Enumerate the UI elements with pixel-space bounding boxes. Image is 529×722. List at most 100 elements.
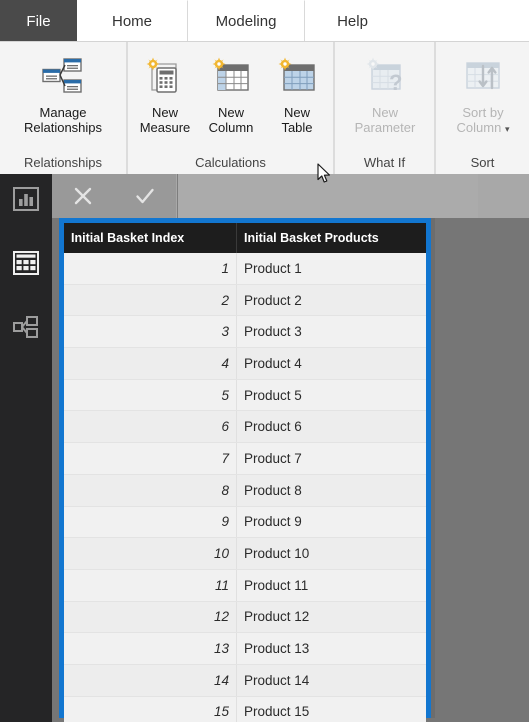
cell-initial-basket-products[interactable]: Product 6 <box>236 411 426 443</box>
new-column-label: New Column <box>208 105 254 135</box>
table-header-row: Initial Basket Index Initial Basket Prod… <box>64 223 426 253</box>
cell-initial-basket-products[interactable]: Product 10 <box>236 538 426 569</box>
table-row[interactable]: 3 Product 3 <box>64 316 426 349</box>
sidebar-item-data[interactable] <box>10 249 42 281</box>
cell-initial-basket-products[interactable]: Product 8 <box>236 474 426 506</box>
cell-initial-basket-products[interactable]: Product 15 <box>236 696 426 722</box>
table-row[interactable]: 4 Product 4 <box>64 348 426 380</box>
checkmark-icon <box>136 188 154 204</box>
formula-cancel-button[interactable] <box>52 174 114 218</box>
group-label-calculations: Calculations <box>195 155 266 170</box>
cell-initial-basket-index[interactable]: 11 <box>64 570 236 601</box>
cell-initial-basket-products[interactable]: Product 7 <box>236 443 426 474</box>
new-column-icon <box>210 50 252 102</box>
chevron-down-icon[interactable]: ▾ <box>505 124 510 134</box>
table-row[interactable]: 1 Product 1 <box>64 253 426 285</box>
cell-initial-basket-products[interactable]: Product 13 <box>236 633 426 664</box>
tab-file[interactable]: File <box>0 0 77 42</box>
ribbon-group-sort: Sort by Column ▾ Sort <box>435 42 529 174</box>
new-measure-label: New Measure <box>139 105 191 135</box>
table-row[interactable]: 5 Product 5 <box>64 379 426 412</box>
table-row[interactable]: 15 Product 15 <box>64 696 426 722</box>
manage-relationships-label: Manage Relationships <box>23 105 103 135</box>
tab-modeling[interactable]: Modeling <box>187 0 305 43</box>
table-edge-shadow <box>431 218 435 718</box>
sort-by-column-label: Sort by Column ▾ <box>456 105 510 135</box>
sidebar-item-model[interactable] <box>10 313 42 345</box>
cell-initial-basket-index[interactable]: 7 <box>64 443 236 474</box>
report-view-icon <box>13 186 39 216</box>
table-row[interactable]: 6 Product 6 <box>64 411 426 444</box>
cell-initial-basket-index[interactable]: 3 <box>64 316 236 347</box>
cell-initial-basket-products[interactable]: Product 9 <box>236 506 426 538</box>
ribbon-group-calculations: New Measure New Column New Table Calcula… <box>127 42 334 174</box>
svg-text:?: ? <box>389 70 402 95</box>
cell-initial-basket-products[interactable]: Product 3 <box>236 316 426 348</box>
sort-by-column-icon <box>461 50 505 102</box>
column-header-initial-basket-index[interactable]: Initial Basket Index <box>64 223 236 253</box>
data-view-icon <box>13 250 39 280</box>
column-header-initial-basket-products[interactable]: Initial Basket Products <box>236 223 426 253</box>
new-parameter-button[interactable]: ? New Parameter <box>352 46 418 150</box>
cell-initial-basket-products[interactable]: Product 14 <box>236 664 426 696</box>
sort-by-column-button[interactable]: Sort by Column ▾ <box>450 46 516 150</box>
group-label-relationships: Relationships <box>23 155 103 170</box>
cell-initial-basket-index[interactable]: 14 <box>64 665 236 696</box>
cell-initial-basket-products[interactable]: Product 11 <box>236 569 426 601</box>
cell-initial-basket-index[interactable]: 6 <box>64 411 236 442</box>
formula-bar <box>52 174 529 218</box>
cell-initial-basket-index[interactable]: 5 <box>64 380 236 411</box>
data-view-canvas: Initial Basket Index Initial Basket Prod… <box>52 174 529 722</box>
tab-help-label: Help <box>337 12 368 30</box>
cell-initial-basket-products[interactable]: Product 4 <box>236 348 426 379</box>
cell-initial-basket-index[interactable]: 1 <box>64 253 236 284</box>
tab-home[interactable]: Home <box>77 0 187 42</box>
group-label-what-if: What If <box>363 155 406 170</box>
ribbon-group-what-if: ? New Parameter What If <box>334 42 435 174</box>
data-table: Initial Basket Index Initial Basket Prod… <box>64 223 426 722</box>
new-column-button[interactable]: New Column <box>198 46 264 150</box>
cell-initial-basket-index[interactable]: 2 <box>64 285 236 316</box>
table-row[interactable]: 14 Product 14 <box>64 664 426 697</box>
ribbon-tab-bar: File Home Modeling Help <box>0 0 529 43</box>
data-table-container[interactable]: Initial Basket Index Initial Basket Prod… <box>59 218 431 722</box>
cell-initial-basket-index[interactable]: 8 <box>64 475 236 506</box>
cell-initial-basket-products[interactable]: Product 1 <box>236 253 426 284</box>
cell-initial-basket-products[interactable]: Product 5 <box>236 379 426 411</box>
tab-help[interactable]: Help <box>305 0 400 42</box>
table-row[interactable]: 13 Product 13 <box>64 633 426 665</box>
cell-initial-basket-index[interactable]: 12 <box>64 602 236 633</box>
new-measure-button[interactable]: New Measure <box>132 46 198 150</box>
table-body: 1 Product 1 2 Product 2 3 Product 3 4 Product 4… <box>64 253 426 722</box>
formula-confirm-button[interactable] <box>114 174 176 218</box>
table-row[interactable]: 10 Product 10 <box>64 538 426 570</box>
power-bi-window: File Home Modeling Help Manage Relations… <box>0 0 529 722</box>
new-parameter-label: New Parameter <box>354 105 416 135</box>
tab-home-label: Home <box>111 12 152 30</box>
view-switcher-sidebar <box>0 174 52 722</box>
table-row[interactable]: 8 Product 8 <box>64 474 426 507</box>
mouse-cursor <box>317 163 333 185</box>
model-view-icon <box>12 315 40 344</box>
cell-initial-basket-products[interactable]: Product 2 <box>236 284 426 316</box>
cell-initial-basket-index[interactable]: 9 <box>64 507 236 538</box>
new-table-button[interactable]: New Table <box>264 46 330 150</box>
new-table-label: New Table <box>281 105 313 135</box>
table-row[interactable]: 9 Product 9 <box>64 506 426 539</box>
sidebar-item-report[interactable] <box>10 185 42 217</box>
table-row[interactable]: 11 Product 11 <box>64 569 426 602</box>
tab-modeling-label: Modeling <box>215 13 277 30</box>
cell-initial-basket-index[interactable]: 13 <box>64 633 236 664</box>
manage-relationships-button[interactable]: Manage Relationships <box>24 46 102 150</box>
table-row[interactable]: 7 Product 7 <box>64 443 426 475</box>
cell-initial-basket-index[interactable]: 4 <box>64 348 236 379</box>
ribbon-group-relationships: Manage Relationships Relationships <box>0 42 127 174</box>
cell-initial-basket-index[interactable]: 10 <box>64 538 236 569</box>
close-icon <box>74 187 92 205</box>
cell-initial-basket-products[interactable]: Product 12 <box>236 601 426 633</box>
table-row[interactable]: 12 Product 12 <box>64 601 426 634</box>
manage-relationships-icon <box>40 50 86 102</box>
table-row[interactable]: 2 Product 2 <box>64 284 426 317</box>
ribbon: File Home Modeling Help Manage Relations… <box>0 0 529 174</box>
cell-initial-basket-index[interactable]: 15 <box>64 697 236 722</box>
